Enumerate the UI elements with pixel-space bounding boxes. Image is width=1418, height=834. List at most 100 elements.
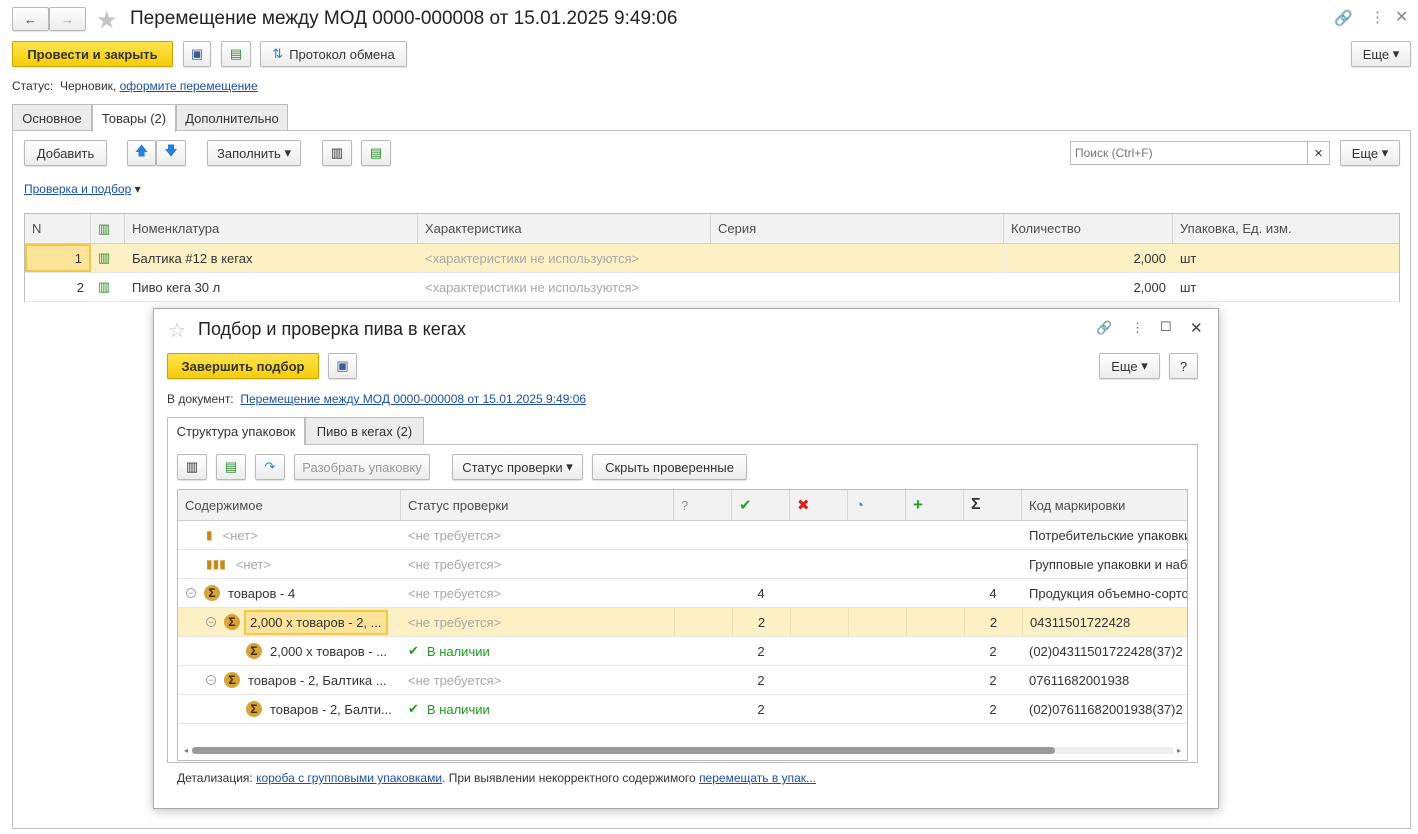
col-characteristic[interactable]: Характеристика: [418, 214, 711, 243]
sigma-icon: Σ: [246, 701, 262, 717]
count-cell: [906, 579, 964, 607]
col-ok-check-icon[interactable]: ✔: [732, 490, 790, 520]
col-quantity[interactable]: Количество: [1004, 214, 1173, 243]
count-cell: [906, 608, 964, 636]
col-check-status[interactable]: Статус проверки: [401, 490, 674, 520]
link-icon[interactable]: 🔗: [1334, 9, 1353, 27]
count-cell: [906, 666, 964, 694]
help-button[interactable]: ?: [1169, 353, 1198, 379]
count-cell: [790, 579, 848, 607]
window-title: Перемещение между МОД 0000-000008 от 15.…: [130, 8, 678, 29]
row-n: 1: [25, 244, 91, 272]
more-vert-icon[interactable]: ⋮: [1370, 8, 1385, 26]
collapse-icon[interactable]: −: [186, 588, 196, 598]
check-pick-link[interactable]: Проверка и подбор: [24, 182, 131, 196]
hide-checked-button[interactable]: Скрыть проверенные: [592, 454, 747, 480]
col-unit[interactable]: Упаковка, Ед. изм.: [1173, 214, 1399, 243]
col-series[interactable]: Серия: [711, 214, 1004, 243]
structure-row[interactable]: − Σтоваров - 2, Балтика ... <не требуется>…: [178, 666, 1187, 695]
barcode-search-button[interactable]: ▥: [177, 454, 207, 480]
link-icon[interactable]: 🔗: [1096, 320, 1112, 336]
check-status-button[interactable]: Статус проверки ▾: [452, 454, 583, 480]
unpack-button[interactable]: Разобрать упаковку: [294, 454, 430, 480]
tab-beer-kegs[interactable]: Пиво в кегах (2): [305, 417, 424, 444]
structure-row[interactable]: Σ 2,000 х товаров - ... ✔ В наличии 2 2 (02)04…: [178, 637, 1187, 666]
tab-package-structure[interactable]: Структура упаковок: [167, 417, 305, 445]
add-button[interactable]: Добавить: [24, 140, 107, 166]
count-cell: [790, 695, 848, 723]
close-icon[interactable]: ✕: [1190, 319, 1203, 337]
marking-code: 04311501722428: [1022, 608, 1187, 636]
post-button[interactable]: ▤: [221, 41, 251, 67]
doc-link[interactable]: Перемещение между МОД 0000-000008 от 15.…: [240, 392, 586, 406]
row-char: <характеристики не используются>: [425, 250, 640, 266]
arrow-redirect-icon: ↷: [264, 459, 276, 474]
tab-goods[interactable]: Товары (2): [92, 104, 176, 132]
content-text: <нет>: [235, 556, 271, 572]
structure-row[interactable]: ▮▮▮ <нет> <не требуется> Групповые упаковки…: [178, 550, 1187, 579]
check-pick-menu[interactable]: Проверка и подбор ▾: [24, 182, 141, 196]
checked-count: [732, 521, 790, 549]
detail-link[interactable]: короба с групповыми упаковками: [256, 771, 442, 785]
back-button[interactable]: ←: [12, 7, 49, 31]
exchange-protocol-button[interactable]: ⇅ Протокол обмена: [260, 41, 407, 67]
col-mark-icon[interactable]: ▥: [91, 214, 125, 243]
count-cell: [674, 521, 732, 549]
move-to-package-link[interactable]: перемещать в упак...: [699, 771, 816, 785]
more-button[interactable]: Еще ▾: [1351, 41, 1411, 67]
status-text: <не требуется>: [408, 614, 502, 630]
save-button[interactable]: ▣: [328, 353, 357, 379]
col-n[interactable]: N: [25, 214, 91, 243]
dialog-more-button[interactable]: Еще ▾: [1099, 353, 1160, 379]
structure-row[interactable]: − Σ 2,000 х товаров - 2, ... <не требуется>…: [178, 608, 1187, 637]
post-close-button[interactable]: Провести и закрыть: [12, 41, 173, 67]
fill-label: Заполнить: [217, 145, 281, 161]
favorite-star-icon[interactable]: ★: [96, 6, 118, 35]
count-cell: [790, 521, 848, 549]
detail-footer: Детализация: короба с групповыми упаковк…: [177, 771, 816, 785]
tab-main[interactable]: Основное: [12, 104, 92, 131]
fill-button[interactable]: Заполнить ▾: [207, 140, 301, 166]
horizontal-scrollbar[interactable]: ◂ ▸: [184, 744, 1181, 756]
more-vert-icon[interactable]: ⋮: [1131, 320, 1144, 336]
count-cell: [906, 637, 964, 665]
collapse-icon[interactable]: −: [206, 617, 216, 627]
save-icon: ▣: [336, 358, 349, 373]
col-marking-code[interactable]: Код маркировки: [1022, 490, 1187, 520]
barcode-search-button[interactable]: ▥: [322, 140, 352, 166]
col-nomenclature[interactable]: Номенклатура: [125, 214, 418, 243]
redirect-button[interactable]: ↷: [255, 454, 285, 480]
status-value: Черновик,: [59, 79, 117, 93]
col-content[interactable]: Содержимое: [178, 490, 401, 520]
search-input[interactable]: [1070, 141, 1308, 165]
finish-pick-button[interactable]: Завершить подбор: [167, 353, 319, 379]
structure-row[interactable]: − Σтоваров - 4 <не требуется> 4 4 Продукция о…: [178, 579, 1187, 608]
structure-row[interactable]: ▮ <нет> <не требуется> Потребительские упак…: [178, 521, 1187, 550]
table-row[interactable]: 2 ▥ Пиво кега 30 л <характеристики не ис…: [25, 273, 1399, 302]
col-total-sigma-icon[interactable]: Σ: [964, 490, 1022, 520]
col-missing-x-icon[interactable]: ✖: [790, 490, 848, 520]
row-name: Балтика #12 в кегах: [132, 250, 253, 266]
save-button[interactable]: ▣: [183, 41, 211, 67]
maximize-icon[interactable]: ☐: [1160, 319, 1172, 335]
content-cell: − Σтоваров - 4: [178, 579, 401, 607]
move-down-button[interactable]: 🡇: [156, 140, 186, 166]
col-extra-plus-icon[interactable]: +: [906, 490, 964, 520]
search-clear-button[interactable]: ✕: [1308, 141, 1330, 165]
forward-button[interactable]: →: [49, 7, 86, 31]
goods-more-button[interactable]: Еще ▾: [1340, 140, 1400, 166]
tab-additional[interactable]: Дополнительно: [176, 104, 288, 131]
col-pending-clock-icon[interactable]: ◔: [848, 490, 906, 520]
col-unknown[interactable]: ?: [674, 490, 732, 520]
collapse-icon[interactable]: −: [206, 675, 216, 685]
pick-button[interactable]: ▤: [361, 140, 391, 166]
table-row[interactable]: 1 ▥ Балтика #12 в кегах <характеристики …: [25, 244, 1399, 273]
content-cell: Σ 2,000 х товаров - ...: [178, 637, 401, 665]
scrollbar-thumb[interactable]: [192, 746, 1056, 754]
pick-button[interactable]: ▤: [216, 454, 246, 480]
status-link[interactable]: оформите перемещение: [120, 79, 258, 93]
close-icon[interactable]: ✕: [1395, 7, 1408, 27]
move-up-button[interactable]: 🡅: [127, 140, 156, 166]
structure-row[interactable]: Σтоваров - 2, Балти... ✔ В наличии 2 2 (02)07…: [178, 695, 1187, 724]
favorite-star-icon[interactable]: ☆: [168, 318, 186, 343]
